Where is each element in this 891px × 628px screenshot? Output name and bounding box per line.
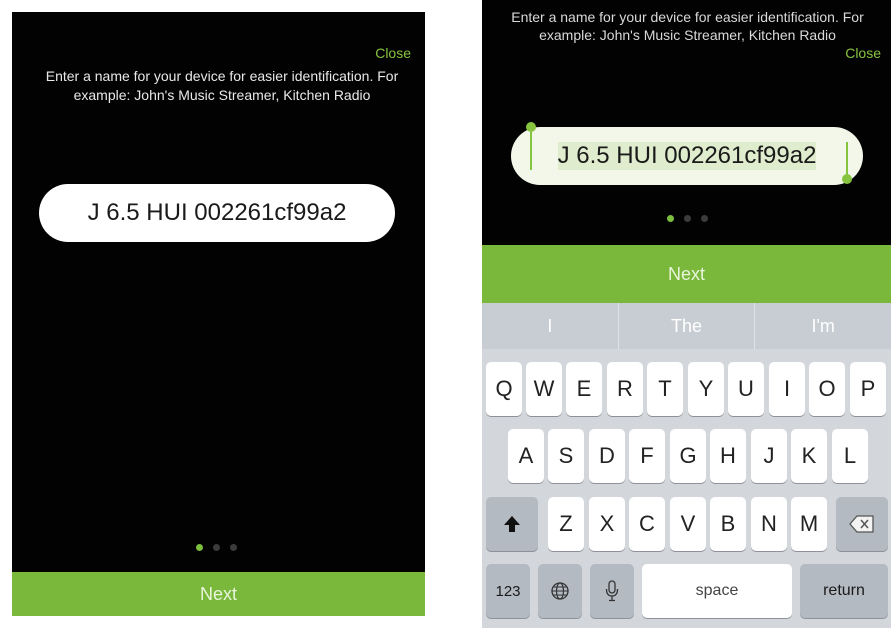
page-dot-1 (196, 544, 203, 551)
globe-key[interactable] (538, 564, 582, 618)
suggestion-1[interactable]: I (482, 303, 619, 349)
key-a[interactable]: A (508, 429, 544, 483)
globe-icon (551, 582, 569, 600)
page-dot-2 (213, 544, 220, 551)
selection-handle-start[interactable] (526, 122, 536, 132)
device-name-selected-text: J 6.5 HUI 002261cf99a2 (557, 142, 817, 170)
page-indicator (196, 544, 237, 551)
close-button[interactable]: Close (845, 45, 881, 61)
device-name-screen: Close Enter a name for your device for e… (12, 12, 425, 616)
key-v[interactable]: V (670, 497, 706, 551)
selection-caret-start (530, 132, 532, 170)
return-key[interactable]: return (800, 564, 888, 618)
page-dot-2 (684, 215, 691, 222)
backspace-icon (849, 515, 874, 533)
next-button[interactable]: Next (12, 572, 425, 616)
device-name-input[interactable]: J 6.5 HUI 002261cf99a2 (511, 127, 863, 185)
key-w[interactable]: W (526, 362, 562, 416)
key-p[interactable]: P (850, 362, 886, 416)
next-button[interactable]: Next (482, 245, 891, 303)
key-f[interactable]: F (629, 429, 665, 483)
device-name-input[interactable]: J 6.5 HUI 002261cf99a2 (39, 184, 395, 242)
device-name-screen-keyboard: Enter a name for your device for easier … (482, 0, 891, 628)
predictive-suggestions: I The I'm (482, 303, 891, 349)
dictation-key[interactable] (590, 564, 634, 618)
key-n[interactable]: N (751, 497, 787, 551)
delete-key[interactable] (836, 497, 888, 551)
key-t[interactable]: T (647, 362, 683, 416)
page-dot-3 (701, 215, 708, 222)
key-c[interactable]: C (629, 497, 665, 551)
space-key[interactable]: space (642, 564, 792, 618)
key-j[interactable]: J (751, 429, 787, 483)
key-x[interactable]: X (589, 497, 625, 551)
page-dot-3 (230, 544, 237, 551)
key-o[interactable]: O (809, 362, 845, 416)
page-dot-1 (667, 215, 674, 222)
page-indicator (667, 215, 708, 222)
selection-caret-end (846, 142, 848, 178)
suggestion-2[interactable]: The (619, 303, 756, 349)
key-z[interactable]: Z (548, 497, 584, 551)
shift-key[interactable] (486, 497, 538, 551)
key-h[interactable]: H (710, 429, 746, 483)
key-b[interactable]: B (710, 497, 746, 551)
key-k[interactable]: K (791, 429, 827, 483)
key-s[interactable]: S (548, 429, 584, 483)
key-u[interactable]: U (728, 362, 764, 416)
key-l[interactable]: L (832, 429, 868, 483)
numbers-key[interactable]: 123 (486, 564, 530, 618)
microphone-icon (605, 580, 619, 602)
suggestion-3[interactable]: I'm (755, 303, 891, 349)
shift-icon (504, 516, 520, 532)
instructions-text: Enter a name for your device for easier … (511, 9, 864, 43)
key-e[interactable]: E (566, 362, 602, 416)
close-button[interactable]: Close (375, 45, 411, 61)
key-m[interactable]: M (791, 497, 827, 551)
key-i[interactable]: I (769, 362, 805, 416)
key-q[interactable]: Q (486, 362, 522, 416)
key-d[interactable]: D (589, 429, 625, 483)
key-r[interactable]: R (607, 362, 643, 416)
device-name-value: J 6.5 HUI 002261cf99a2 (87, 199, 347, 226)
onscreen-keyboard: Q W E R T Y U I O P A S D F G H J K L Z … (482, 349, 891, 628)
key-g[interactable]: G (670, 429, 706, 483)
key-y[interactable]: Y (688, 362, 724, 416)
instructions-text: Enter a name for your device for easier … (45, 68, 399, 103)
